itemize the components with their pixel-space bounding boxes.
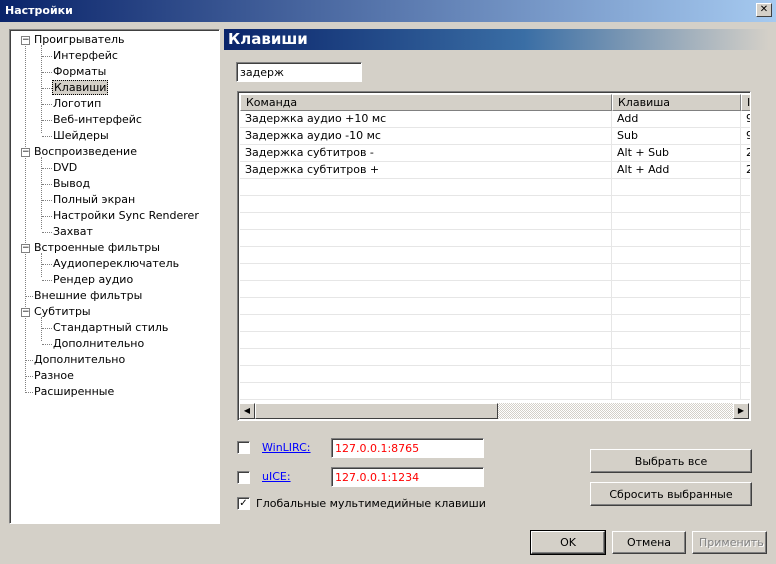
window-title: Настройки (5, 4, 73, 17)
scroll-thumb[interactable] (255, 403, 498, 419)
cell-command: Задержка субтитров + (240, 162, 612, 179)
tree-item-miscellaneous[interactable]: Разное (33, 368, 75, 384)
table-row[interactable]: Задержка аудио -10 мс Sub 9 (240, 128, 750, 145)
empty-row (240, 179, 750, 196)
empty-row (240, 383, 750, 400)
tree-item-advanced[interactable]: Расширенные (33, 384, 115, 400)
scroll-left-icon[interactable]: ◀ (239, 403, 255, 419)
tree-expander-internal-filters[interactable]: − (21, 244, 30, 253)
tree-item-default-style[interactable]: Стандартный стиль (52, 320, 169, 336)
cell-command: Задержка субтитров - (240, 145, 612, 162)
winlirc-address-input[interactable] (331, 438, 484, 458)
uice-address-input[interactable] (331, 467, 484, 487)
column-header-command[interactable]: Команда (240, 94, 612, 111)
table-row[interactable]: Задержка аудио +10 мс Add 9 (240, 111, 750, 128)
cell-extra: 9 (741, 128, 750, 145)
cell-command: Задержка аудио -10 мс (240, 128, 612, 145)
winlirc-link[interactable]: WinLIRC: (262, 441, 311, 454)
cell-key: Sub (612, 128, 741, 145)
tree-item-interface[interactable]: Интерфейс (52, 48, 119, 64)
column-header-extra[interactable]: I (741, 94, 750, 111)
cell-key: Alt + Sub (612, 145, 741, 162)
tree-item-formats[interactable]: Форматы (52, 64, 107, 80)
empty-row (240, 349, 750, 366)
table-row[interactable]: Задержка субтитров + Alt + Add 2 (240, 162, 750, 179)
tree-item-subtitles-misc[interactable]: Дополнительно (52, 336, 145, 352)
settings-tree[interactable]: − Проигрыватель Интерфейс Форматы Клавиш… (9, 29, 220, 524)
search-input[interactable] (236, 62, 362, 82)
cell-key: Add (612, 111, 741, 128)
tree-item-subtitles[interactable]: Субтитры (33, 304, 92, 320)
tree-item-web-interface[interactable]: Веб-интерфейс (52, 112, 143, 128)
winlirc-checkbox[interactable] (237, 441, 250, 454)
tree-item-additional[interactable]: Дополнительно (33, 352, 126, 368)
page-title: Клавиши (224, 29, 769, 50)
uice-checkbox[interactable] (237, 471, 250, 484)
apply-button[interactable]: Применить (692, 531, 767, 554)
tree-item-logo[interactable]: Логотип (52, 96, 102, 112)
window-titlebar[interactable]: Настройки ✕ (0, 0, 776, 22)
tree-item-audio-switcher[interactable]: Аудиопереключатель (52, 256, 180, 272)
empty-row (240, 196, 750, 213)
table-body: Задержка аудио +10 мс Add 9 Задержка ауд… (240, 111, 750, 400)
global-keys-checkbox[interactable]: ✓ (237, 497, 250, 510)
tree-item-player[interactable]: Проигрыватель (33, 32, 126, 48)
empty-row (240, 315, 750, 332)
shortcut-table[interactable]: Команда Клавиша I Задержка аудио +10 мс … (237, 91, 751, 421)
uice-link[interactable]: uICE: (262, 470, 291, 483)
cancel-button[interactable]: Отмена (612, 531, 686, 554)
empty-row (240, 298, 750, 315)
tree-item-playback[interactable]: Воспроизведение (33, 144, 138, 160)
empty-row (240, 264, 750, 281)
tree-item-output[interactable]: Вывод (52, 176, 91, 192)
table-row[interactable]: Задержка субтитров - Alt + Sub 2 (240, 145, 750, 162)
empty-row (240, 366, 750, 383)
close-icon[interactable]: ✕ (756, 3, 772, 17)
cell-command: Задержка аудио +10 мс (240, 111, 612, 128)
tree-item-external-filters[interactable]: Внешние фильтры (33, 288, 143, 304)
horizontal-scrollbar[interactable]: ◀ ▶ (239, 403, 749, 419)
tree-item-dvd[interactable]: DVD (52, 160, 78, 176)
tree-expander-playback[interactable]: − (21, 148, 30, 157)
tree-item-shaders[interactable]: Шейдеры (52, 128, 110, 144)
column-header-key[interactable]: Клавиша (612, 94, 741, 111)
table-header: Команда Клавиша I (240, 94, 750, 111)
empty-row (240, 332, 750, 349)
empty-row (240, 247, 750, 264)
cell-key: Alt + Add (612, 162, 741, 179)
tree-expander-player[interactable]: − (21, 36, 30, 45)
cell-extra: 2 (741, 145, 750, 162)
tree-item-fullscreen[interactable]: Полный экран (52, 192, 136, 208)
empty-row (240, 213, 750, 230)
reset-selected-button[interactable]: Сбросить выбранные (590, 482, 752, 506)
scroll-right-icon[interactable]: ▶ (733, 403, 749, 419)
empty-row (240, 230, 750, 247)
empty-row (240, 281, 750, 298)
tree-item-keys[interactable]: Клавиши (52, 80, 109, 96)
tree-item-sync-renderer[interactable]: Настройки Sync Renderer (52, 208, 200, 224)
tree-expander-subtitles[interactable]: − (21, 308, 30, 317)
tree-item-audio-renderer[interactable]: Рендер аудио (52, 272, 134, 288)
tree-item-capture[interactable]: Захват (52, 224, 94, 240)
cell-extra: 9 (741, 111, 750, 128)
ok-button[interactable]: OK (530, 530, 606, 555)
tree-item-internal-filters[interactable]: Встроенные фильтры (33, 240, 161, 256)
cell-extra: 2 (741, 162, 750, 179)
global-keys-label[interactable]: Глобальные мультимедийные клавиши (256, 497, 486, 510)
select-all-button[interactable]: Выбрать все (590, 449, 752, 473)
